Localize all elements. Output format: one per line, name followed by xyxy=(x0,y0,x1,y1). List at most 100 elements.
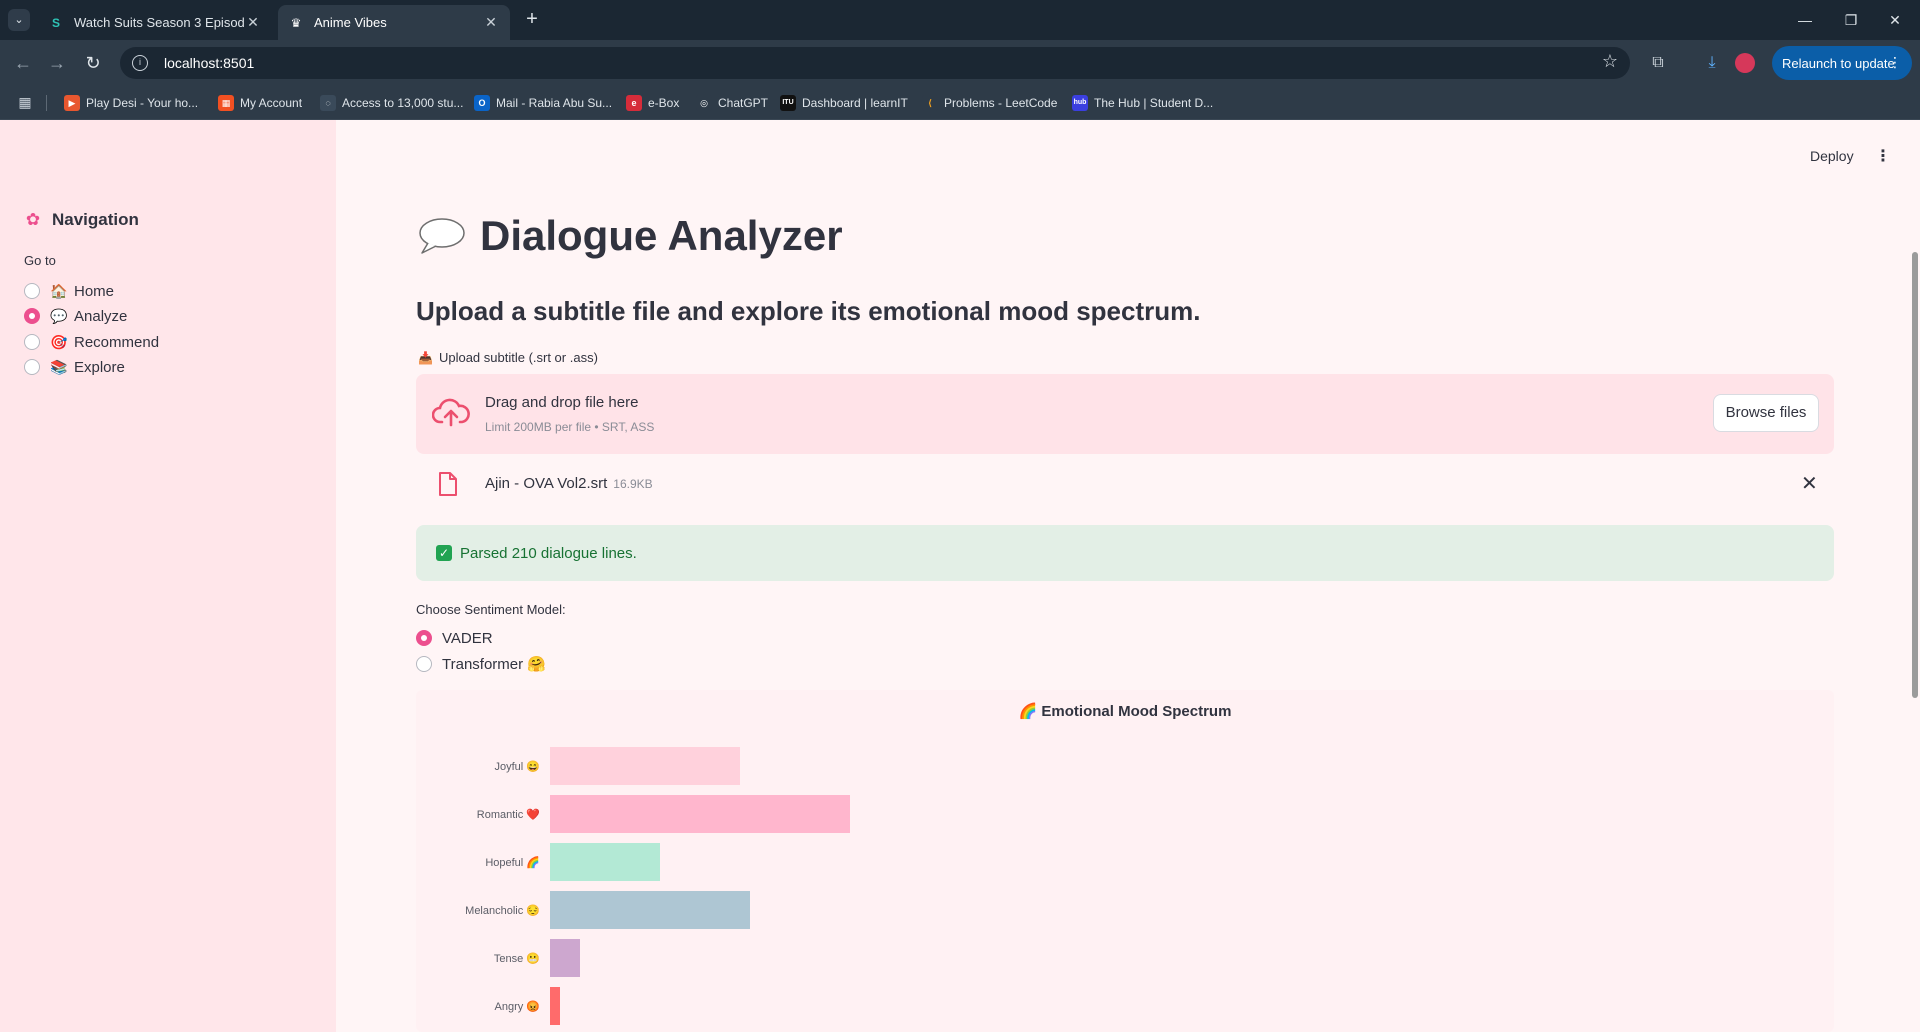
bookmark-play-desi[interactable]: ▶ Play Desi - Your ho... xyxy=(64,94,198,112)
relaunch-label: Relaunch to update xyxy=(1782,55,1895,71)
bookmark-mail[interactable]: O Mail - Rabia Abu Su... xyxy=(474,94,612,112)
close-tab-icon[interactable]: ✕ xyxy=(244,14,262,31)
tab-search-icon[interactable]: ⌄ xyxy=(8,9,30,31)
browser-tab-anime-vibes[interactable]: ♛ Anime Vibes ✕ xyxy=(278,5,510,40)
sidebar-heading-text: Navigation xyxy=(52,210,139,229)
sidebar-item-analyze[interactable]: 💬 Analyze xyxy=(24,305,127,327)
extensions-icon[interactable]: ⧉ xyxy=(1646,51,1670,75)
radio-button[interactable] xyxy=(24,334,40,350)
bookmark-ebox[interactable]: e e-Box xyxy=(626,94,679,112)
microsoft-icon: ▦ xyxy=(218,95,234,111)
model-option-vader[interactable]: VADER xyxy=(416,627,493,649)
play-icon: ▶ xyxy=(64,95,80,111)
sidebar-item-label: Home xyxy=(74,282,115,300)
download-icon[interactable]: ⤓ xyxy=(1700,51,1724,75)
page-title: Dialogue Analyzer xyxy=(416,212,843,260)
bar-3 xyxy=(550,891,750,929)
apps-grid-icon[interactable]: ▦ xyxy=(16,93,34,111)
bookmark-learnit[interactable]: ITU Dashboard | learnIT xyxy=(780,94,908,112)
more-menu-icon[interactable]: ⋮ xyxy=(1888,54,1902,71)
leetcode-icon: ⟨ xyxy=(922,95,938,111)
model-label: Choose Sentiment Model: xyxy=(416,602,566,617)
bookmark-label: Play Desi - Your ho... xyxy=(86,96,199,110)
speech-bubble-icon: 💬 xyxy=(50,307,68,324)
radio-button[interactable] xyxy=(416,656,432,672)
sidebar-item-explore[interactable]: 📚 Explore xyxy=(24,356,125,378)
bookmark-access[interactable]: ◌ Access to 13,000 stu... xyxy=(320,94,463,112)
sidebar-item-home[interactable]: 🏠 Home xyxy=(24,280,114,302)
bookmark-leetcode[interactable]: ⟨ Problems - LeetCode xyxy=(922,94,1057,112)
flower-icon: ✿ xyxy=(25,210,41,229)
address-bar[interactable]: i localhost:8501 ☆ xyxy=(120,47,1630,79)
main-menu-icon[interactable]: ⋮ xyxy=(1875,146,1891,166)
tab-title: Anime Vibes xyxy=(314,15,387,30)
success-alert: ✓ Parsed 210 dialogue lines. xyxy=(416,525,1834,581)
crown-favicon-icon: ♛ xyxy=(290,15,302,30)
cloud-upload-icon xyxy=(432,398,470,427)
category-label: Angry 😡 xyxy=(495,1000,541,1013)
back-icon[interactable]: ← xyxy=(10,50,36,76)
books-icon: 📚 xyxy=(50,358,68,375)
forward-icon[interactable]: → xyxy=(44,50,70,76)
bookmark-label: ChatGPT xyxy=(718,96,769,110)
upload-label-text: Upload subtitle (.srt or .ass) xyxy=(438,350,598,365)
bookmark-label: Access to 13,000 stu... xyxy=(342,96,464,110)
radio-button-checked[interactable] xyxy=(416,630,432,646)
bar-1 xyxy=(550,795,850,833)
file-dropzone[interactable]: Drag and drop file here Limit 200MB per … xyxy=(416,374,1834,454)
bookmark-the-hub[interactable]: hub The Hub | Student D... xyxy=(1072,94,1213,112)
model-option-transformer[interactable]: Transformer 🤗 xyxy=(416,653,546,675)
bookmark-chatgpt[interactable]: ◎ ChatGPT xyxy=(696,94,768,112)
minimize-icon[interactable]: — xyxy=(1790,8,1820,32)
model-option-label: VADER xyxy=(442,629,493,647)
itu-icon: ITU xyxy=(780,95,796,111)
bookmarks-bar: ▦ ▶ Play Desi - Your ho... ▦ My Account … xyxy=(0,86,1920,120)
hub-icon: hub xyxy=(1072,95,1088,111)
bar-2 xyxy=(550,843,660,881)
new-tab-icon[interactable]: + xyxy=(520,8,544,32)
url-text: localhost:8501 xyxy=(164,55,255,71)
chart-title: 🌈 Emotional Mood Spectrum xyxy=(1018,703,1232,720)
ebox-icon: e xyxy=(626,95,642,111)
bookmark-my-account[interactable]: ▦ My Account xyxy=(218,94,302,112)
goto-label: Go to xyxy=(24,253,56,268)
inbox-tray-icon: 📥 xyxy=(418,350,433,365)
bookmark-star-icon[interactable]: ☆ xyxy=(1602,51,1618,72)
browse-files-button[interactable]: Browse files xyxy=(1713,394,1819,432)
drop-hint: Limit 200MB per file • SRT, ASS xyxy=(485,420,655,434)
close-window-icon[interactable]: ✕ xyxy=(1880,8,1910,32)
sidebar-item-recommend[interactable]: 🎯 Recommend xyxy=(24,331,159,353)
mood-spectrum-chart: Joyful 😄 Romantic ❤️ Hopeful 🌈 Melancholic … xyxy=(416,690,1834,1032)
scrollbar[interactable] xyxy=(1912,252,1918,698)
radio-button[interactable] xyxy=(24,359,40,375)
category-label: Joyful 😄 xyxy=(495,760,541,773)
browser-tab-suits[interactable]: S Watch Suits Season 3 Episode 1 ✕ xyxy=(38,5,272,40)
restore-icon[interactable]: ❐ xyxy=(1836,8,1866,32)
site-info-icon[interactable]: i xyxy=(132,55,148,71)
upload-label: 📥 Upload subtitle (.srt or .ass) xyxy=(418,350,598,365)
remove-file-icon[interactable]: ✕ xyxy=(1801,471,1818,496)
bookmark-label: My Account xyxy=(240,96,303,110)
bookmark-label: Mail - Rabia Abu Su... xyxy=(496,96,613,110)
reload-icon[interactable]: ↻ xyxy=(80,50,106,76)
file-icon xyxy=(439,472,457,496)
sidebar-item-label: Recommend xyxy=(74,333,160,351)
sidebar-item-label: Explore xyxy=(74,358,125,376)
bookmark-separator xyxy=(46,95,47,111)
radio-button-checked[interactable] xyxy=(24,308,40,324)
deploy-button[interactable]: Deploy xyxy=(1810,148,1854,164)
house-icon: 🏠 xyxy=(50,282,68,299)
browser-tab-bar: ⌄ S Watch Suits Season 3 Episode 1 ✕ ♛ A… xyxy=(0,0,1920,40)
target-icon: 🎯 xyxy=(50,333,68,350)
browser-toolbar: ← → ↻ i localhost:8501 ☆ ⧉ ⤓ Relaunch to… xyxy=(0,40,1920,86)
profile-avatar[interactable] xyxy=(1735,53,1755,73)
uploaded-file: Ajin - OVA Vol2.srt 16.9KB ✕ xyxy=(416,462,1834,506)
bookmark-label: Dashboard | learnIT xyxy=(802,96,908,110)
radio-button[interactable] xyxy=(24,283,40,299)
relaunch-button[interactable]: Relaunch to update ⋮ xyxy=(1772,46,1912,80)
close-tab-icon[interactable]: ✕ xyxy=(482,14,500,31)
globe-icon: ◌ xyxy=(320,95,336,111)
sidebar-heading: ✿ Navigation xyxy=(24,210,139,230)
speech-bubble-icon xyxy=(419,218,465,254)
checkmark-icon: ✓ xyxy=(436,545,452,561)
